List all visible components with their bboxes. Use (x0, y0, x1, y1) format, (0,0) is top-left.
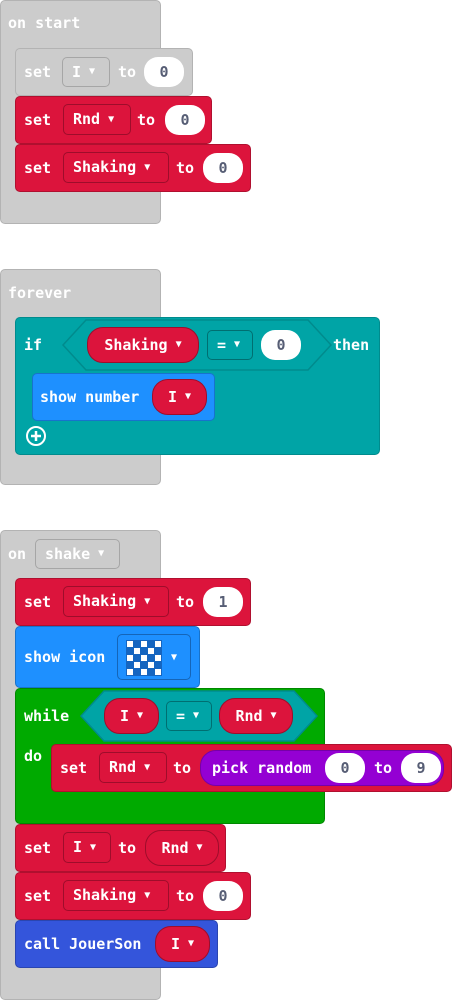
variable-dropdown-rnd[interactable]: Rnd ▼ (63, 104, 131, 135)
dropdown-caret-icon: ▼ (108, 113, 115, 125)
to-keyword: to (176, 593, 195, 611)
variable-name: Shaking (104, 335, 168, 354)
set-keyword: set (24, 159, 52, 177)
if-keyword: if (24, 336, 43, 354)
forever-label: forever (8, 284, 72, 302)
pick-random-label: pick random (212, 759, 312, 777)
dropdown-caret-icon: ▼ (175, 339, 182, 350)
variable-name: Rnd (161, 838, 189, 857)
dropdown-caret-icon: ▼ (144, 889, 151, 901)
variable-dropdown-rnd[interactable]: Rnd ▼ (99, 752, 167, 783)
set-keyword: set (24, 63, 52, 81)
dropdown-caret-icon: ▼ (171, 652, 178, 663)
gesture-dropdown[interactable]: shake ▼ (35, 539, 120, 569)
number-input[interactable]: 0 (203, 881, 243, 911)
dropdown-caret-icon: ▼ (234, 339, 241, 350)
variable-name: Rnd (73, 110, 101, 128)
dropdown-caret-icon: ▼ (90, 841, 97, 853)
variable-i-reporter[interactable]: I ▼ (155, 926, 210, 962)
set-keyword: set (24, 887, 52, 905)
set-keyword: set (24, 593, 52, 611)
dropdown-caret-icon: ▼ (196, 842, 203, 853)
number-input[interactable]: 0 (261, 330, 301, 360)
variable-i-reporter[interactable]: I ▼ (152, 379, 207, 415)
variable-dropdown-i[interactable]: I ▼ (63, 832, 111, 863)
on-keyword: on (8, 545, 27, 563)
variable-name: I (72, 62, 82, 81)
operator-dropdown[interactable]: = ▼ (166, 701, 212, 731)
then-keyword: then (333, 336, 370, 354)
variable-dropdown-shaking[interactable]: Shaking ▼ (63, 586, 169, 617)
checkerboard-icon (126, 640, 162, 676)
on-start-label: on start (8, 14, 81, 32)
variable-dropdown-shaking[interactable]: Shaking ▼ (63, 880, 169, 911)
variable-dropdown-i[interactable]: I ▼ (62, 57, 110, 87)
call-function-label: call JouerSon (24, 935, 142, 953)
gesture-name: shake (45, 544, 91, 563)
variable-name: I (73, 838, 83, 856)
do-keyword: do (24, 747, 43, 765)
variable-name: I (167, 387, 177, 406)
to-keyword: to (118, 839, 137, 857)
number-input[interactable]: 0 (165, 105, 205, 135)
to-keyword: to (176, 887, 195, 905)
variable-name: Rnd (109, 758, 137, 776)
icon-picker[interactable]: ▼ (117, 634, 191, 680)
while-keyword: while (24, 707, 70, 725)
dropdown-caret-icon: ▼ (185, 391, 192, 402)
dropdown-caret-icon: ▼ (144, 761, 151, 773)
variable-rnd-reporter[interactable]: Rnd ▼ (145, 830, 219, 866)
set-keyword: set (24, 111, 52, 129)
dropdown-caret-icon: ▼ (144, 161, 151, 173)
operator-symbol: = (176, 706, 186, 725)
to-keyword: to (137, 111, 156, 129)
number-input[interactable]: 0 (203, 153, 243, 183)
dropdown-caret-icon: ▼ (270, 710, 277, 721)
variable-rnd-reporter[interactable]: Rnd ▼ (219, 698, 293, 734)
number-input-max[interactable]: 9 (401, 753, 441, 783)
set-keyword: set (24, 839, 52, 857)
number-input[interactable]: 1 (203, 587, 243, 617)
variable-shaking-reporter[interactable]: Shaking ▼ (87, 327, 199, 363)
variable-name: Shaking (73, 158, 137, 176)
variable-name: Shaking (73, 592, 137, 610)
variable-name: I (170, 934, 180, 953)
number-input-min[interactable]: 0 (325, 753, 365, 783)
to-keyword: to (118, 63, 137, 81)
variable-dropdown-shaking[interactable]: Shaking ▼ (63, 152, 169, 183)
to-keyword: to (374, 759, 393, 777)
dropdown-caret-icon: ▼ (193, 710, 200, 721)
number-input[interactable]: 0 (144, 57, 184, 87)
dropdown-caret-icon: ▼ (144, 595, 151, 607)
show-number-label: show number (40, 388, 140, 406)
variable-i-reporter[interactable]: I ▼ (104, 698, 159, 734)
variable-name: Rnd (235, 706, 263, 725)
variable-name: I (119, 706, 129, 725)
operator-dropdown[interactable]: = ▼ (207, 330, 253, 360)
show-icon-label: show icon (24, 648, 106, 666)
add-else-icon[interactable] (25, 425, 47, 447)
to-keyword: to (176, 159, 195, 177)
operator-symbol: = (217, 335, 227, 354)
variable-name: Shaking (73, 886, 137, 904)
dropdown-caret-icon: ▼ (98, 548, 105, 559)
dropdown-caret-icon: ▼ (89, 66, 96, 77)
to-keyword: to (173, 759, 192, 777)
set-keyword: set (60, 759, 88, 777)
dropdown-caret-icon: ▼ (137, 710, 144, 721)
dropdown-caret-icon: ▼ (188, 938, 195, 949)
